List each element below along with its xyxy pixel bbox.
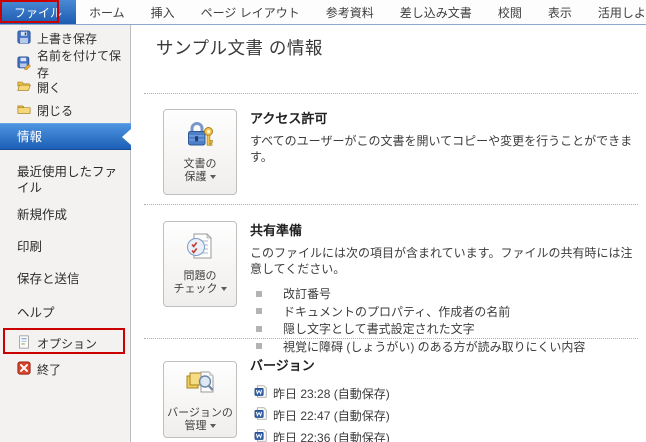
bullet-square-icon xyxy=(256,343,262,350)
list-item: 視覚に障碍 (しょうがい) のある方が読み取りにくい内容 xyxy=(250,338,640,356)
versions-section: バージョン 昨日 23:28 (自動保存) 昨日 22:47 (自動保存) 昨日… xyxy=(250,355,640,442)
button-label-line2: チェック xyxy=(173,283,218,295)
list-item: 改訂番号 xyxy=(250,285,640,303)
dropdown-arrow-icon xyxy=(220,287,227,291)
tab-home[interactable]: ホーム xyxy=(76,0,138,24)
sidebar-item-recent[interactable]: 最近使用したファイル xyxy=(0,164,131,196)
list-item-label: 隠し文字として書式設定された文字 xyxy=(283,322,475,337)
word-document-icon xyxy=(254,385,267,401)
list-item-label: ドキュメントのプロパティ、作成者の名前 xyxy=(283,304,511,319)
button-label-line1: バージョンの xyxy=(167,407,233,419)
manage-versions-button-label: バージョンの 管理 xyxy=(167,407,233,433)
section-body: すべてのユーザーがこの文書を開いてコピーや変更を行うことができます。 xyxy=(250,134,633,164)
version-item[interactable]: 昨日 23:28 (自動保存) xyxy=(250,382,640,404)
prepare-sharing-section: 共有準備 このファイルには次の項目が含まれています。ファイルの共有時には注意して… xyxy=(250,220,640,355)
list-item-label: 視覚に障碍 (しょうがい) のある方が読み取りにくい内容 xyxy=(283,339,586,354)
list-item-label: 改訂番号 xyxy=(283,287,332,302)
info-pane: サンプル文書 の情報 文書の 保護 アクセス許可 すべてのユーザーがこの文書を開い… xyxy=(132,25,646,442)
save-icon xyxy=(17,29,31,47)
closed-folder-icon xyxy=(17,102,31,119)
tab-custom-word[interactable]: 活用しよう!ワード xyxy=(585,0,646,24)
button-label-line1: 問題の xyxy=(183,270,217,282)
permissions-section: アクセス許可 すべてのユーザーがこの文書を開いてコピーや変更を行うことができます… xyxy=(250,108,640,165)
bullet-square-icon xyxy=(256,290,262,297)
version-item[interactable]: 昨日 22:36 (自動保存) xyxy=(250,426,640,442)
section-divider xyxy=(144,204,638,205)
folder-search-icon xyxy=(184,368,216,403)
sharing-issues-list: 改訂番号 ドキュメントのプロパティ、作成者の名前 隠し文字として書式設定された文… xyxy=(250,285,640,355)
version-item-label: 昨日 23:28 (自動保存) xyxy=(273,386,390,401)
lock-key-icon xyxy=(184,119,216,154)
exit-icon xyxy=(17,360,31,378)
sidebar-item-print[interactable]: 印刷 xyxy=(0,239,131,255)
tab-review[interactable]: 校閲 xyxy=(485,0,535,24)
sidebar-item-label: 上書き保存 xyxy=(37,31,98,46)
button-label-line2: 保護 xyxy=(184,171,207,183)
sidebar-item-new[interactable]: 新規作成 xyxy=(0,207,131,223)
version-list: 昨日 23:28 (自動保存) 昨日 22:47 (自動保存) 昨日 22:36… xyxy=(250,382,640,442)
list-item: 隠し文字として書式設定された文字 xyxy=(250,320,640,338)
protect-document-button-label: 文書の 保護 xyxy=(184,158,217,184)
check-issues-icon xyxy=(184,231,216,266)
sidebar-item-help[interactable]: ヘルプ xyxy=(0,305,131,321)
tab-references[interactable]: 参考資料 xyxy=(313,0,387,24)
section-heading: バージョン xyxy=(250,358,315,373)
word-document-icon xyxy=(254,429,267,442)
backstage-sidebar: 上書き保存 名前を付けて保存 開く 閉じる 情報 最近使用したファイル 新規作成… xyxy=(0,25,131,442)
version-item-label: 昨日 22:47 (自動保存) xyxy=(273,408,390,423)
sidebar-item-exit[interactable]: 終了 xyxy=(0,358,131,380)
section-divider xyxy=(144,93,638,94)
sidebar-item-label: オプション xyxy=(37,336,98,351)
version-item[interactable]: 昨日 22:47 (自動保存) xyxy=(250,404,640,426)
selected-item-arrow xyxy=(122,128,131,145)
section-divider xyxy=(144,338,638,339)
manage-versions-button[interactable]: バージョンの 管理 xyxy=(163,361,237,438)
bullet-square-icon xyxy=(256,325,262,332)
tab-mailings[interactable]: 差し込み文書 xyxy=(387,0,485,24)
page-title: サンプル文書 の情報 xyxy=(156,38,323,58)
section-heading: 共有準備 xyxy=(250,223,303,238)
tab-file[interactable]: ファイル xyxy=(0,0,77,24)
tab-view[interactable]: 表示 xyxy=(535,0,585,24)
options-icon xyxy=(17,335,31,352)
section-heading: アクセス許可 xyxy=(250,111,328,126)
sidebar-item-save-as[interactable]: 名前を付けて保存 xyxy=(0,49,131,80)
sidebar-item-options[interactable]: オプション xyxy=(0,332,131,354)
word-document-icon xyxy=(254,407,267,423)
save-as-icon xyxy=(17,55,31,73)
version-item-label: 昨日 22:36 (自動保存) xyxy=(273,430,390,442)
button-label-line2: 管理 xyxy=(184,420,207,432)
word-backstage-view: ファイル ホーム 挿入 ページ レイアウト 参考資料 差し込み文書 校閲 表示 … xyxy=(0,0,646,442)
tab-page-layout[interactable]: ページ レイアウト xyxy=(188,0,313,24)
sidebar-item-label: 開く xyxy=(37,80,62,95)
dropdown-arrow-icon xyxy=(209,424,216,428)
sidebar-item-open[interactable]: 開く xyxy=(0,76,131,98)
sidebar-item-save[interactable]: 上書き保存 xyxy=(0,27,131,49)
tab-insert[interactable]: 挿入 xyxy=(138,0,188,24)
section-body: このファイルには次の項目が含まれています。ファイルの共有時には注意してください。 xyxy=(250,246,633,276)
sidebar-item-info[interactable]: 情報 xyxy=(0,123,131,150)
sidebar-item-label: 終了 xyxy=(37,362,62,377)
check-for-issues-button[interactable]: 問題の チェック xyxy=(163,221,237,307)
sidebar-item-label: 情報 xyxy=(17,130,43,144)
sidebar-item-save-and-send[interactable]: 保存と送信 xyxy=(0,271,131,287)
protect-document-button[interactable]: 文書の 保護 xyxy=(163,109,237,195)
ribbon-tab-bar: ファイル ホーム 挿入 ページ レイアウト 参考資料 差し込み文書 校閲 表示 … xyxy=(0,0,646,25)
sidebar-item-close[interactable]: 閉じる xyxy=(0,99,131,121)
button-label-line1: 文書の xyxy=(183,158,217,170)
check-for-issues-button-label: 問題の チェック xyxy=(174,270,227,296)
sidebar-item-label: 閉じる xyxy=(37,103,74,118)
list-item: ドキュメントのプロパティ、作成者の名前 xyxy=(250,303,640,321)
dropdown-arrow-icon xyxy=(209,175,216,179)
open-folder-icon xyxy=(17,79,31,96)
bullet-square-icon xyxy=(256,308,262,315)
